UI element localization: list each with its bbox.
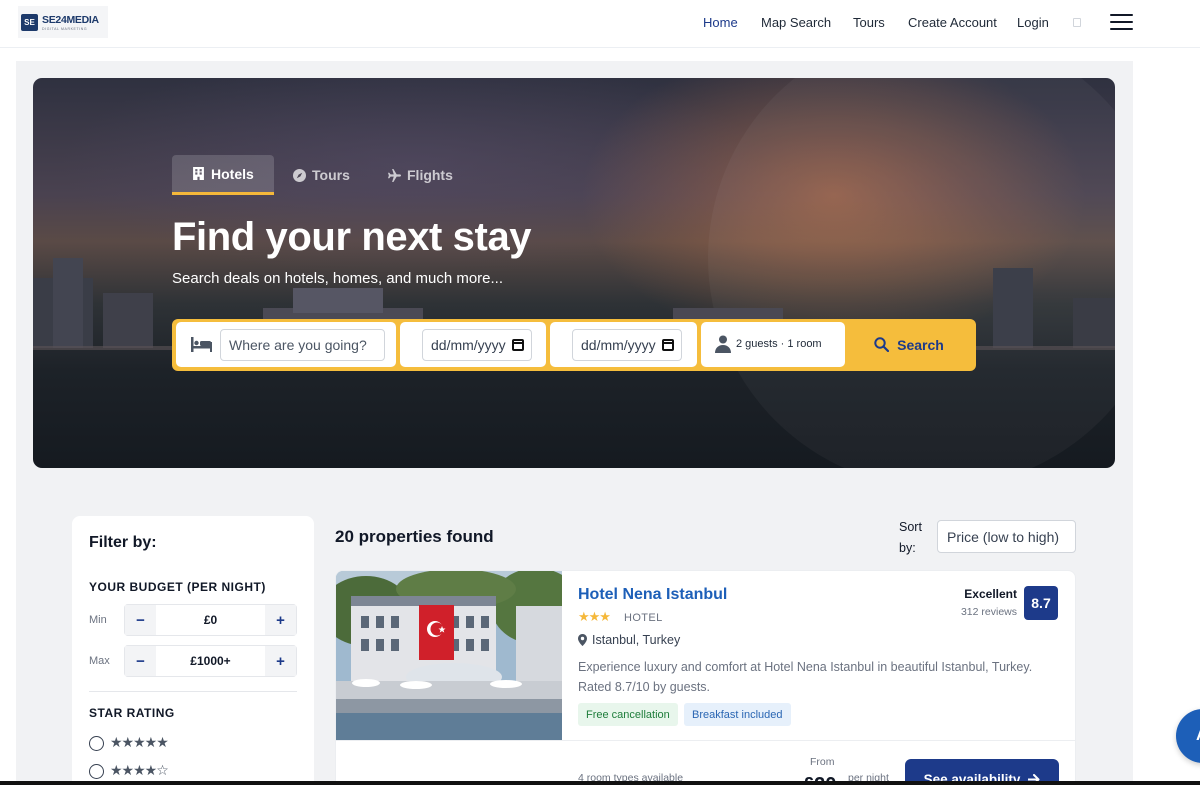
search-icon (874, 337, 890, 352)
free-cancellation-badge: Free cancellation (578, 703, 678, 726)
tab-label: Hotels (211, 165, 254, 182)
nav-link-login[interactable]: Login (1017, 15, 1049, 30)
breakfast-included-badge: Breakfast included (684, 703, 791, 726)
budget-min-stepper: − £0 + (124, 604, 297, 636)
sort-select[interactable]: Price (low to high) (937, 520, 1076, 553)
star-rating-label: ★★★★☆ (110, 763, 169, 779)
hotel-description: Experience luxury and comfort at Hotel N… (578, 660, 1033, 694)
radio-button[interactable] (89, 763, 104, 779)
hero-subtitle: Search deals on hotels, homes, and much … (172, 270, 504, 287)
results-count: 20 properties found (335, 527, 494, 546)
nav-link-home[interactable]: Home (703, 15, 738, 30)
star-rating-label: ★★★★★ (110, 735, 169, 751)
bottom-edge-bar (0, 781, 1200, 785)
budget-min-label: Min (89, 614, 107, 626)
building-icon (193, 167, 204, 180)
map-pin-icon (578, 634, 587, 646)
logo-tagline: DIGITAL MARKETING (42, 26, 88, 31)
budget-max-stepper: − £1000+ + (124, 645, 297, 677)
site-logo[interactable]: SE SE24MEDIA DIGITAL MARKETING (18, 6, 108, 38)
budget-max-decrement-button[interactable]: − (125, 646, 156, 676)
hero-title: Find your next stay (172, 215, 532, 259)
hotel-location: Istanbul, Turkey (578, 633, 680, 647)
guests-summary: 2 guests · 1 room (736, 338, 822, 350)
top-navigation-bar: SE SE24MEDIA DIGITAL MARKETING Home Map … (0, 0, 1200, 48)
nav-link-map-search[interactable]: Map Search (761, 15, 831, 30)
search-bar: Where are you going? dd/mm/yyyy dd/mm/yy… (172, 319, 976, 371)
checkout-placeholder: dd/mm/yyyy (581, 337, 656, 353)
checkin-cell: dd/mm/yyyy (400, 322, 546, 367)
calendar-icon[interactable] (662, 339, 674, 351)
sort-label: Sort by: (899, 520, 922, 555)
star-rating-option-5[interactable]: ★★★★★ (89, 735, 169, 751)
bed-icon (191, 337, 212, 352)
destination-cell: Where are you going? (176, 322, 396, 367)
budget-max-label: Max (89, 655, 110, 667)
tab-hotels[interactable]: Hotels (172, 155, 274, 195)
star-rating-option-4[interactable]: ★★★★☆ (89, 763, 169, 779)
filter-divider (89, 691, 297, 692)
logo-name: SE24MEDIA (42, 13, 99, 26)
card-divider (336, 740, 1075, 741)
missing-glyph-icon (1073, 18, 1081, 27)
budget-max-increment-button[interactable]: + (265, 646, 296, 676)
guests-selector[interactable]: 2 guests · 1 room (701, 322, 845, 367)
review-count: 312 reviews (960, 606, 1017, 618)
rating-word: Excellent (964, 587, 1017, 601)
tab-label: Flights (407, 167, 453, 183)
calendar-icon[interactable] (512, 339, 524, 351)
hamburger-menu-icon[interactable] (1110, 14, 1133, 30)
plane-icon (388, 168, 401, 182)
person-icon (715, 335, 731, 353)
filter-panel: Filter by: YOUR BUDGET (PER NIGHT) Min −… (72, 516, 314, 785)
chat-assistant-button[interactable]: A (1176, 709, 1200, 763)
star-rating-section-title: STAR RATING (89, 706, 175, 720)
budget-section-title: YOUR BUDGET (PER NIGHT) (89, 580, 266, 594)
checkin-date-input[interactable]: dd/mm/yyyy (422, 329, 532, 361)
tab-label: Tours (312, 167, 350, 183)
destination-input[interactable]: Where are you going? (220, 329, 385, 361)
hotel-photo[interactable] (336, 571, 562, 741)
tab-flights[interactable]: Flights (388, 155, 453, 195)
nav-link-tours[interactable]: Tours (853, 15, 885, 30)
property-type-label: HOTEL (624, 612, 663, 624)
compass-icon (293, 168, 306, 182)
budget-min-increment-button[interactable]: + (265, 605, 296, 635)
logo-mark-icon: SE (21, 13, 38, 31)
review-score-badge: 8.7 (1024, 586, 1058, 620)
checkout-cell: dd/mm/yyyy (550, 322, 697, 367)
checkin-placeholder: dd/mm/yyyy (431, 337, 506, 353)
hotel-photo-illustration (336, 571, 562, 741)
hotel-star-rating: ★★★ (578, 610, 611, 625)
search-button[interactable]: Search (845, 322, 973, 367)
hotel-location-text: Istanbul, Turkey (592, 633, 681, 647)
budget-min-decrement-button[interactable]: − (125, 605, 156, 635)
price-from-label: From (810, 756, 835, 768)
filter-title: Filter by: (89, 534, 157, 551)
radio-button[interactable] (89, 735, 104, 751)
listing-card: Hotel Nena Istanbul ★★★ HOTEL Istanbul, … (335, 570, 1076, 785)
checkout-date-input[interactable]: dd/mm/yyyy (572, 329, 682, 361)
nav-link-create-account[interactable]: Create Account (908, 15, 997, 30)
search-button-label: Search (897, 336, 944, 353)
hero-banner: Hotels Tours Flights Find your next stay… (33, 78, 1115, 468)
budget-max-value[interactable]: £1000+ (156, 646, 265, 676)
budget-min-value[interactable]: £0 (156, 605, 265, 635)
tab-tours[interactable]: Tours (293, 155, 350, 195)
hotel-name-link[interactable]: Hotel Nena Istanbul (578, 586, 727, 604)
